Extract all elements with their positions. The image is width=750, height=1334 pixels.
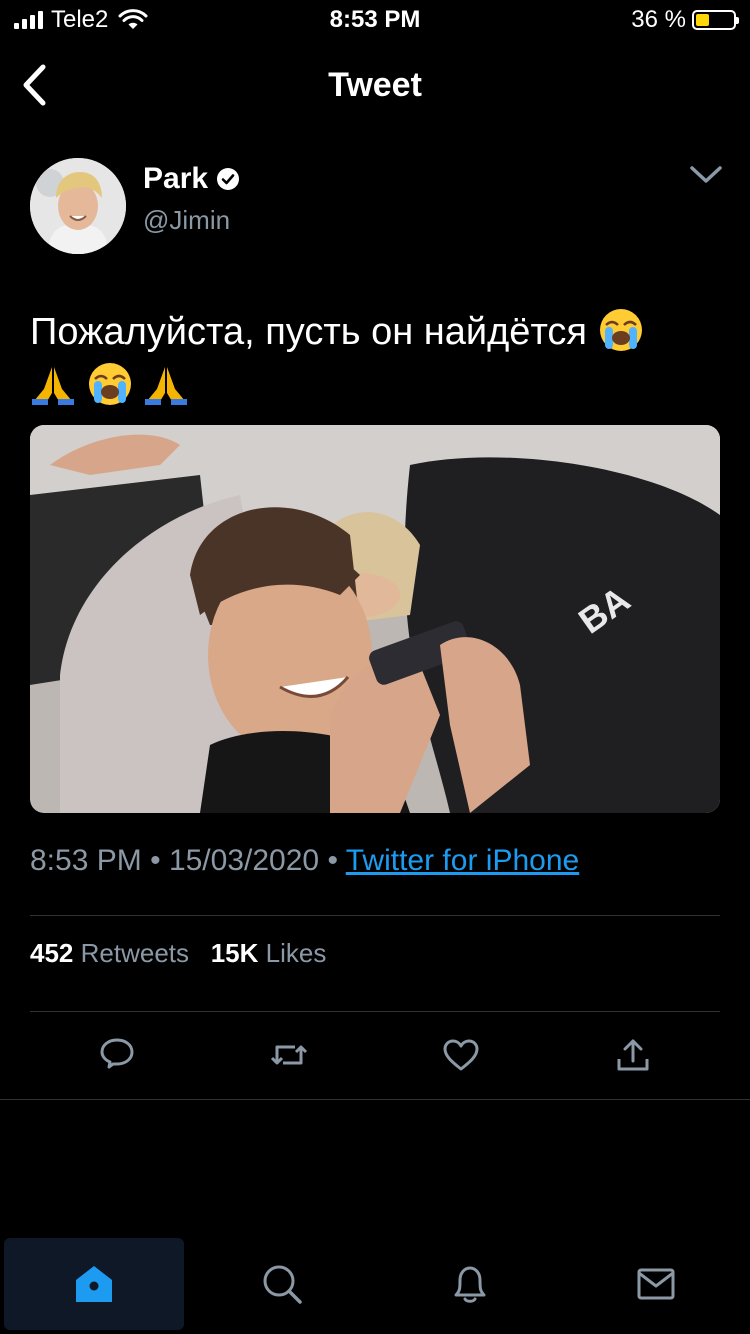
retweet-icon: [270, 1045, 308, 1065]
tweet-date: 15/03/2020: [168, 844, 320, 877]
likes-label: Likes: [265, 938, 327, 968]
like-icon: [443, 1039, 479, 1071]
more-options-button[interactable]: [686, 160, 726, 190]
retweets-count: 452: [30, 938, 74, 968]
battery-icon: [692, 10, 739, 30]
folded-hands-icon: [32, 366, 74, 405]
header: Tweet: [0, 50, 750, 120]
like-button[interactable]: [431, 1030, 491, 1080]
divider: [30, 1011, 720, 1012]
tweet-stats: 452 Retweets 15K Likes: [30, 938, 326, 969]
retweets-label: Retweets: [80, 938, 190, 968]
status-bar: Tele2 8:53 PM 36 %: [0, 0, 750, 40]
tweet-photo[interactable]: BA: [30, 425, 720, 813]
tweet-actions: [30, 1030, 720, 1080]
avatar-image: [30, 158, 126, 254]
reply-icon: [100, 1038, 134, 1069]
meta-separator: •: [150, 844, 161, 877]
divider: [0, 1099, 750, 1100]
search-icon: [263, 1265, 302, 1304]
tab-bar: [0, 1236, 750, 1334]
tab-search[interactable]: [192, 1238, 372, 1330]
tweet-time: 8:53 PM: [30, 844, 142, 877]
retweets-stat[interactable]: 452 Retweets: [30, 938, 196, 968]
reply-button[interactable]: [87, 1030, 147, 1080]
verified-badge-icon: [217, 168, 240, 190]
tab-home[interactable]: [4, 1238, 184, 1330]
notifications-icon: [454, 1266, 486, 1303]
tweet-meta: 8:53 PM • 15/03/2020 • Twitter for iPhon…: [30, 844, 579, 878]
tweet-body: Пожалуйста, пусть он найдётся: [30, 311, 587, 353]
tab-messages[interactable]: [566, 1238, 746, 1330]
share-icon: [617, 1039, 649, 1071]
retweet-button[interactable]: [259, 1030, 319, 1080]
tweet-text: Пожалуйста, пусть он найдётся: [30, 305, 720, 413]
author-display-name: Park: [143, 162, 209, 195]
author-handle[interactable]: @Jimin: [143, 205, 230, 236]
likes-count: 15K: [210, 938, 259, 968]
tweet-source-link[interactable]: Twitter for iPhone: [346, 844, 579, 877]
loudly-crying-face-icon: [599, 308, 642, 351]
meta-separator: •: [327, 844, 338, 877]
tab-notifications[interactable]: [380, 1238, 560, 1330]
page-title: Tweet: [328, 66, 422, 104]
home-icon: [76, 1266, 112, 1302]
folded-hands-icon: [145, 366, 188, 405]
battery-percent: 36 %: [631, 6, 686, 33]
photo-image: BA: [30, 425, 720, 813]
divider: [30, 915, 720, 916]
likes-stat[interactable]: 15K Likes: [211, 938, 327, 968]
author-name[interactable]: Park: [143, 162, 240, 196]
avatar[interactable]: [30, 158, 126, 254]
chevron-down-icon: [690, 166, 722, 183]
messages-icon: [637, 1268, 675, 1300]
loudly-crying-face-icon: [88, 362, 131, 405]
share-button[interactable]: [603, 1030, 663, 1080]
